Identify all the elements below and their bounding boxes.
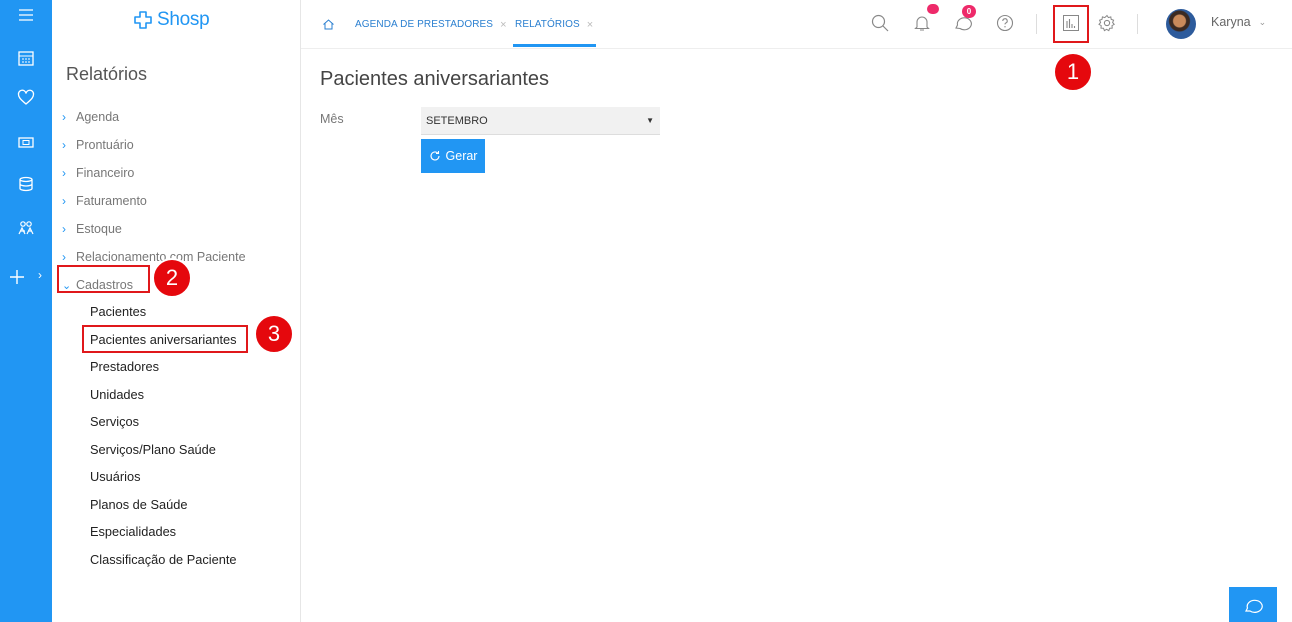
chevron-down-icon: ⌄ <box>1258 16 1267 27</box>
top-bar: AGENDA DE PRESTADORES × RELATÓRIOS × <box>301 0 1292 49</box>
chat-icon <box>1245 599 1263 613</box>
logo-text: Shosp <box>157 9 210 30</box>
sidebar-item-prontuario[interactable]: › Prontuário <box>62 131 246 159</box>
sidebar-item-label: Estoque <box>76 222 122 236</box>
notification-dot <box>927 4 939 14</box>
logo[interactable]: Shosp <box>132 6 210 34</box>
messages-count-badge: 0 <box>962 5 976 18</box>
chat-support-button[interactable] <box>1229 587 1277 622</box>
sidebar-item-faturamento[interactable]: › Faturamento <box>62 187 246 215</box>
submenu-item-planos-de-saude[interactable]: Planos de Saúde <box>90 494 237 522</box>
tab-relatorios[interactable]: RELATÓRIOS × <box>515 0 593 49</box>
sidebar-item-estoque[interactable]: › Estoque <box>62 215 246 243</box>
refresh-icon <box>429 151 440 161</box>
step-badge-1: 1 <box>1053 52 1093 92</box>
step-badge-3: 3 <box>254 314 294 354</box>
sidebar-title: Relatórios <box>66 64 148 84</box>
money-icon[interactable] <box>0 130 52 154</box>
chevron-right-icon: › <box>62 138 66 152</box>
submenu-item-unidades[interactable]: Unidades <box>90 384 237 412</box>
submenu-item-usuarios[interactable]: Usuários <box>90 466 237 494</box>
generate-button-label: Gerar <box>445 149 478 163</box>
people-icon[interactable] <box>0 216 52 240</box>
logo-icon <box>134 11 152 29</box>
chevron-right-icon: › <box>62 194 66 208</box>
user-name: Karyna <box>1211 15 1251 29</box>
highlight-box-cadastros <box>57 265 150 293</box>
home-icon <box>323 19 334 30</box>
divider <box>1036 14 1037 34</box>
chevron-right-icon: › <box>62 250 66 264</box>
left-rail: › <box>0 0 52 622</box>
submenu-item-classificacao-paciente[interactable]: Classificação de Paciente <box>90 549 237 577</box>
sidebar-item-label: Faturamento <box>76 194 147 208</box>
highlight-box-pacientes-aniversariantes <box>82 325 248 353</box>
sidebar-item-agenda[interactable]: › Agenda <box>62 103 246 131</box>
search-icon[interactable] <box>867 10 893 36</box>
calendar-icon[interactable] <box>0 46 52 70</box>
month-select[interactable]: SETEMBRO ▼ <box>421 107 660 135</box>
tab-agenda-de-prestadores[interactable]: AGENDA DE PRESTADORES × <box>355 0 507 49</box>
database-icon[interactable] <box>0 172 52 196</box>
close-icon[interactable]: × <box>500 19 507 31</box>
generate-button[interactable]: Gerar <box>421 139 485 173</box>
active-tab-indicator <box>513 44 596 47</box>
avatar[interactable] <box>1166 9 1196 39</box>
step-badge-2: 2 <box>152 258 192 298</box>
gear-icon[interactable] <box>1094 10 1120 36</box>
tab-label: AGENDA DE PRESTADORES <box>355 19 494 30</box>
submenu-item-servicos[interactable]: Serviços <box>90 411 237 439</box>
submenu-item-prestadores[interactable]: Prestadores <box>90 356 237 384</box>
close-icon[interactable]: × <box>587 19 594 31</box>
dropdown-arrow-icon: ▼ <box>646 116 654 125</box>
hamburger-menu-icon[interactable] <box>0 3 52 27</box>
heart-icon[interactable] <box>0 86 52 110</box>
chevron-right-icon: › <box>62 110 66 124</box>
sidebar-item-label: Agenda <box>76 110 120 124</box>
chevron-right-icon: › <box>62 166 66 180</box>
plus-icon[interactable] <box>0 265 34 289</box>
submenu-item-servicos-plano-saude[interactable]: Serviços/Plano Saúde <box>90 439 237 467</box>
home-tab[interactable] <box>322 0 335 49</box>
expand-arrow-icon[interactable]: › <box>38 268 42 282</box>
sidebar-item-financeiro[interactable]: › Financeiro <box>62 159 246 187</box>
month-select-value: SETEMBRO <box>426 114 488 127</box>
month-label: Mês <box>320 112 344 126</box>
sidebar: Shosp Relatórios › Agenda › Prontuário › Fi… <box>52 0 301 622</box>
user-menu[interactable]: Karyna ⌄ <box>1211 0 1266 44</box>
tab-label: RELATÓRIOS <box>515 19 580 30</box>
sidebar-item-label: Financeiro <box>76 166 135 180</box>
sidebar-item-label: Prontuário <box>76 138 134 152</box>
page-title: Pacientes aniversariantes <box>320 68 550 90</box>
submenu-item-especialidades[interactable]: Especialidades <box>90 521 237 549</box>
chevron-right-icon: › <box>62 222 66 236</box>
divider <box>1137 14 1138 34</box>
highlight-box-reports <box>1053 5 1089 43</box>
help-icon[interactable] <box>992 10 1018 36</box>
